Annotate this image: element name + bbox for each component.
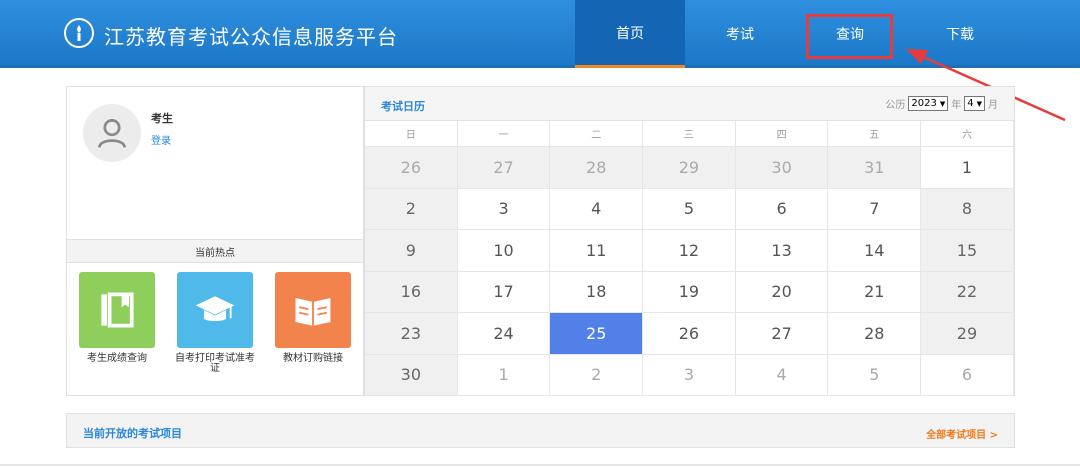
avatar [83,104,141,162]
calendar-day[interactable]: 24 [457,313,551,355]
weekday-row: 日一二三四五六 [365,121,1014,147]
nav-home[interactable]: 首页 [575,0,685,68]
calendar-day[interactable]: 6 [921,354,1014,396]
calendar-day[interactable]: 3 [457,188,551,230]
open-book-icon [275,272,351,348]
calendar-day[interactable]: 23 [365,313,458,355]
calendar-week-row: 2345678 [365,188,1014,230]
calendar-day[interactable]: 8 [921,188,1014,230]
exam-calendar: 考试日历 公历 2023 ▼ 年 4 ▼ 月 日一二三四五六 26 27 28 29 30… [364,86,1015,396]
month-label: 月 [988,100,998,111]
hot-topics-title: 当前热点 [67,239,363,263]
calendar-day[interactable]: 5 [828,354,922,396]
calendar-day[interactable]: 4 [735,354,829,396]
calendar-week-row: 26 27 28 29 30 31 1 [365,147,1014,189]
calendar-day[interactable]: 14 [828,230,922,272]
hot-item-score-query[interactable]: 考生成绩查询 [74,272,160,364]
calendar-title: 考试日历 [381,100,425,113]
graduation-cap-icon [177,272,253,348]
calendar-day[interactable]: 18 [550,271,644,313]
calendar-day[interactable]: 21 [828,271,922,313]
weekday-header: 一 [457,121,551,147]
chevron-down-icon: ▼ [976,99,982,108]
calendar-grid: 日一二三四五六 26 27 28 29 30 31 1 2 3 4 5 6 7 8 9 10 11 12 13 14 15… [365,121,1014,396]
calendar-day[interactable]: 20 [735,271,829,313]
year-value: 2023 [911,98,937,109]
calendar-week-row: 16 17 18 19 20 21 22 [365,271,1014,313]
calendar-controls: 公历 2023 ▼ 年 4 ▼ 月 [885,96,998,111]
calendar-day[interactable]: 1 [457,354,551,396]
calendar-day[interactable]: 26 [643,313,736,355]
hot-item-label: 自考打印考试准考证 [175,353,255,374]
calendar-day-today[interactable]: 25 [550,313,644,355]
weekday-header: 四 [735,121,829,147]
calendar-day[interactable]: 2 [550,354,644,396]
calendar-week-row: 23 24 25 26 27 28 29 [365,313,1014,355]
calendar-day[interactable]: 10 [457,230,551,272]
calendar-day[interactable]: 28 [828,313,922,355]
month-value: 4 [967,98,974,109]
user-icon [98,119,126,148]
calendar-day[interactable]: 15 [921,230,1014,272]
query-highlight-box [806,14,893,59]
calendar-type-label: 公历 [885,100,906,111]
hot-item-admission-ticket[interactable]: 自考打印考试准考证 [172,272,258,374]
calendar-day[interactable]: 27 [457,147,551,189]
site-title[interactable]: 江苏教育考试公众信息服务平台 [104,21,398,50]
calendar-week-row: 30 1 2 3 4 5 6 [365,354,1014,396]
calendar-day[interactable]: 2 [365,188,458,230]
weekday-header: 三 [643,121,736,147]
weekday-header: 五 [828,121,922,147]
calendar-day[interactable]: 4 [550,188,644,230]
calendar-day[interactable]: 30 [365,354,458,396]
calendar-day[interactable]: 31 [828,147,922,189]
calendar-day[interactable]: 22 [921,271,1014,313]
calendar-header: 考试日历 公历 2023 ▼ 年 4 ▼ 月 [365,87,1014,121]
open-exams-bar: 当前开放的考试项目 全部考试项目 > [66,413,1015,448]
calendar-day[interactable]: 29 [643,147,736,189]
calendar-week-row: 9 10 11 12 13 14 15 [365,230,1014,272]
hot-item-label: 考生成绩查询 [87,353,147,364]
footer-divider [0,464,1080,466]
user-name: 考生 [151,112,173,125]
calendar-day[interactable]: 1 [921,147,1014,189]
torch-emblem-icon[interactable] [64,18,94,48]
calendar-day[interactable]: 19 [643,271,736,313]
calendar-day[interactable]: 30 [735,147,829,189]
all-exams-link[interactable]: 全部考试项目 > [926,426,998,441]
weekday-header: 日 [365,121,458,147]
weekday-header: 二 [550,121,644,147]
calendar-day[interactable]: 11 [550,230,644,272]
hot-item-textbook-order[interactable]: 教材订购链接 [270,272,356,364]
calendar-day[interactable]: 7 [828,188,922,230]
calendar-day[interactable]: 3 [643,354,736,396]
calendar-day[interactable]: 16 [365,271,458,313]
hot-item-label: 教材订购链接 [283,353,343,364]
weekday-header: 六 [921,121,1014,147]
user-panel: 考生 登录 当前热点 考生成绩查询 自考打印考试准考证 教材订购链接 [66,86,364,396]
calendar-day[interactable]: 27 [735,313,829,355]
calendar-day[interactable]: 28 [550,147,644,189]
chevron-down-icon: ▼ [939,99,946,108]
calendar-day[interactable]: 12 [643,230,736,272]
calendar-day[interactable]: 5 [643,188,736,230]
nav-exam[interactable]: 考试 [685,0,795,68]
year-label: 年 [951,100,962,111]
calendar-day[interactable]: 9 [365,230,458,272]
calendar-day[interactable]: 26 [365,147,458,189]
open-exams-title: 当前开放的考试项目 [83,427,182,440]
notebook-icon [79,272,155,348]
login-link[interactable]: 登录 [151,132,171,147]
calendar-day[interactable]: 6 [735,188,829,230]
year-select[interactable]: 2023 ▼ [908,96,949,111]
calendar-day[interactable]: 29 [921,313,1014,355]
month-select[interactable]: 4 ▼ [964,96,985,111]
calendar-day[interactable]: 17 [457,271,551,313]
calendar-day[interactable]: 13 [735,230,829,272]
